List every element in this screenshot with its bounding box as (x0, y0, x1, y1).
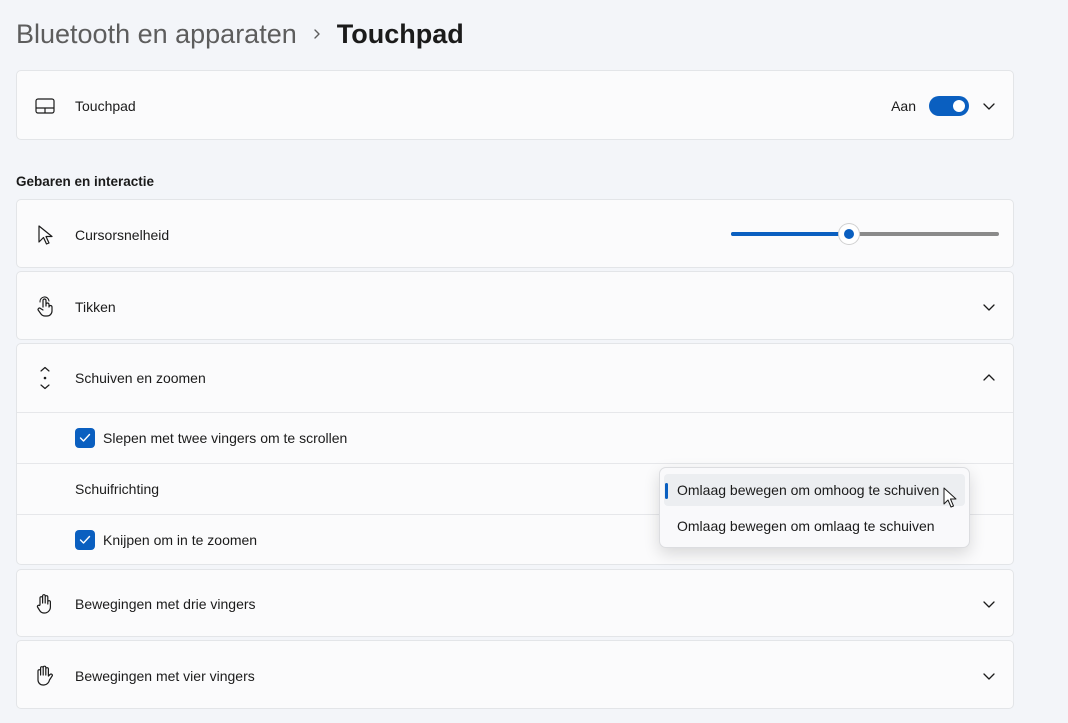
chevron-down-icon[interactable] (981, 299, 997, 315)
mouse-pointer-icon (943, 487, 957, 508)
two-finger-scroll-label: Slepen met twee vingers om te scrollen (103, 430, 348, 446)
three-finger-label: Bewegingen met drie vingers (75, 596, 256, 612)
scroll-zoom-header[interactable]: Schuiven en zoomen (17, 344, 1013, 412)
checkmark-icon (79, 535, 91, 544)
chevron-down-icon[interactable] (981, 668, 997, 684)
chevron-down-icon[interactable] (981, 596, 997, 612)
tap-label: Tikken (75, 298, 116, 315)
three-finger-hand-icon (33, 592, 57, 616)
section-title: Gebaren en interactie (16, 174, 155, 189)
dropdown-option-text: Omlaag bewegen om omhoog te schuiven (677, 482, 940, 498)
two-finger-scroll-row: Slepen met twee vingers om te scrollen (17, 413, 1013, 463)
touchpad-toggle[interactable] (929, 96, 969, 116)
chevron-down-icon[interactable] (981, 98, 997, 114)
touchpad-icon (33, 94, 57, 118)
chevron-right-icon (311, 28, 323, 40)
page-title: Touchpad (336, 18, 464, 49)
touchpad-label: Touchpad (75, 98, 136, 114)
four-finger-label: Bewegingen met vier vingers (75, 667, 255, 684)
touchpad-toggle-group: Aan (891, 96, 969, 116)
dropdown-option-up[interactable]: Omlaag bewegen om omhoog te schuiven (664, 474, 965, 506)
slider-fill (731, 232, 849, 236)
four-finger-card[interactable]: Bewegingen met vier vingers (16, 640, 1014, 709)
breadcrumb: Bluetooth en apparaten Touchpad (16, 14, 464, 54)
selected-indicator (665, 483, 668, 499)
scroll-zoom-label: Schuiven en zoomen (75, 370, 206, 386)
toggle-knob (953, 100, 965, 112)
scroll-arrows-icon (33, 366, 57, 390)
dropdown-option-down[interactable]: Omlaag bewegen om omlaag te schuiven (664, 510, 965, 542)
tap-hand-icon (33, 295, 57, 319)
touchpad-card[interactable]: Touchpad Aan (16, 70, 1014, 140)
scroll-direction-label: Schuifrichting (75, 481, 160, 497)
cursor-icon (33, 223, 57, 247)
toggle-state-text: Aan (891, 98, 916, 114)
slider-thumb[interactable] (838, 224, 859, 244)
scroll-direction-dropdown: Omlaag bewegen om omhoog te schuiven Oml… (659, 467, 970, 548)
cursor-speed-label: Cursorsnelheid (75, 226, 170, 243)
cursor-speed-slider[interactable] (731, 224, 999, 244)
pinch-zoom-label: Knijpen om in te zoomen (103, 532, 258, 548)
two-finger-scroll-checkbox[interactable] (75, 428, 95, 448)
three-finger-card[interactable]: Bewegingen met drie vingers (16, 569, 1014, 637)
pinch-zoom-checkbox[interactable] (75, 530, 95, 550)
chevron-up-icon[interactable] (981, 370, 997, 386)
breadcrumb-parent-link[interactable]: Bluetooth en apparaten (16, 19, 297, 50)
checkmark-icon (79, 433, 91, 442)
four-finger-hand-icon (33, 664, 57, 688)
cursor-speed-card: Cursorsnelheid (16, 199, 1014, 268)
dropdown-option-text: Omlaag bewegen om omlaag te schuiven (677, 518, 935, 534)
slider-thumb-center (843, 229, 854, 239)
settings-page: Bluetooth en apparaten Touchpad Touchpad… (0, 0, 1068, 723)
tap-card[interactable]: Tikken (16, 271, 1014, 340)
